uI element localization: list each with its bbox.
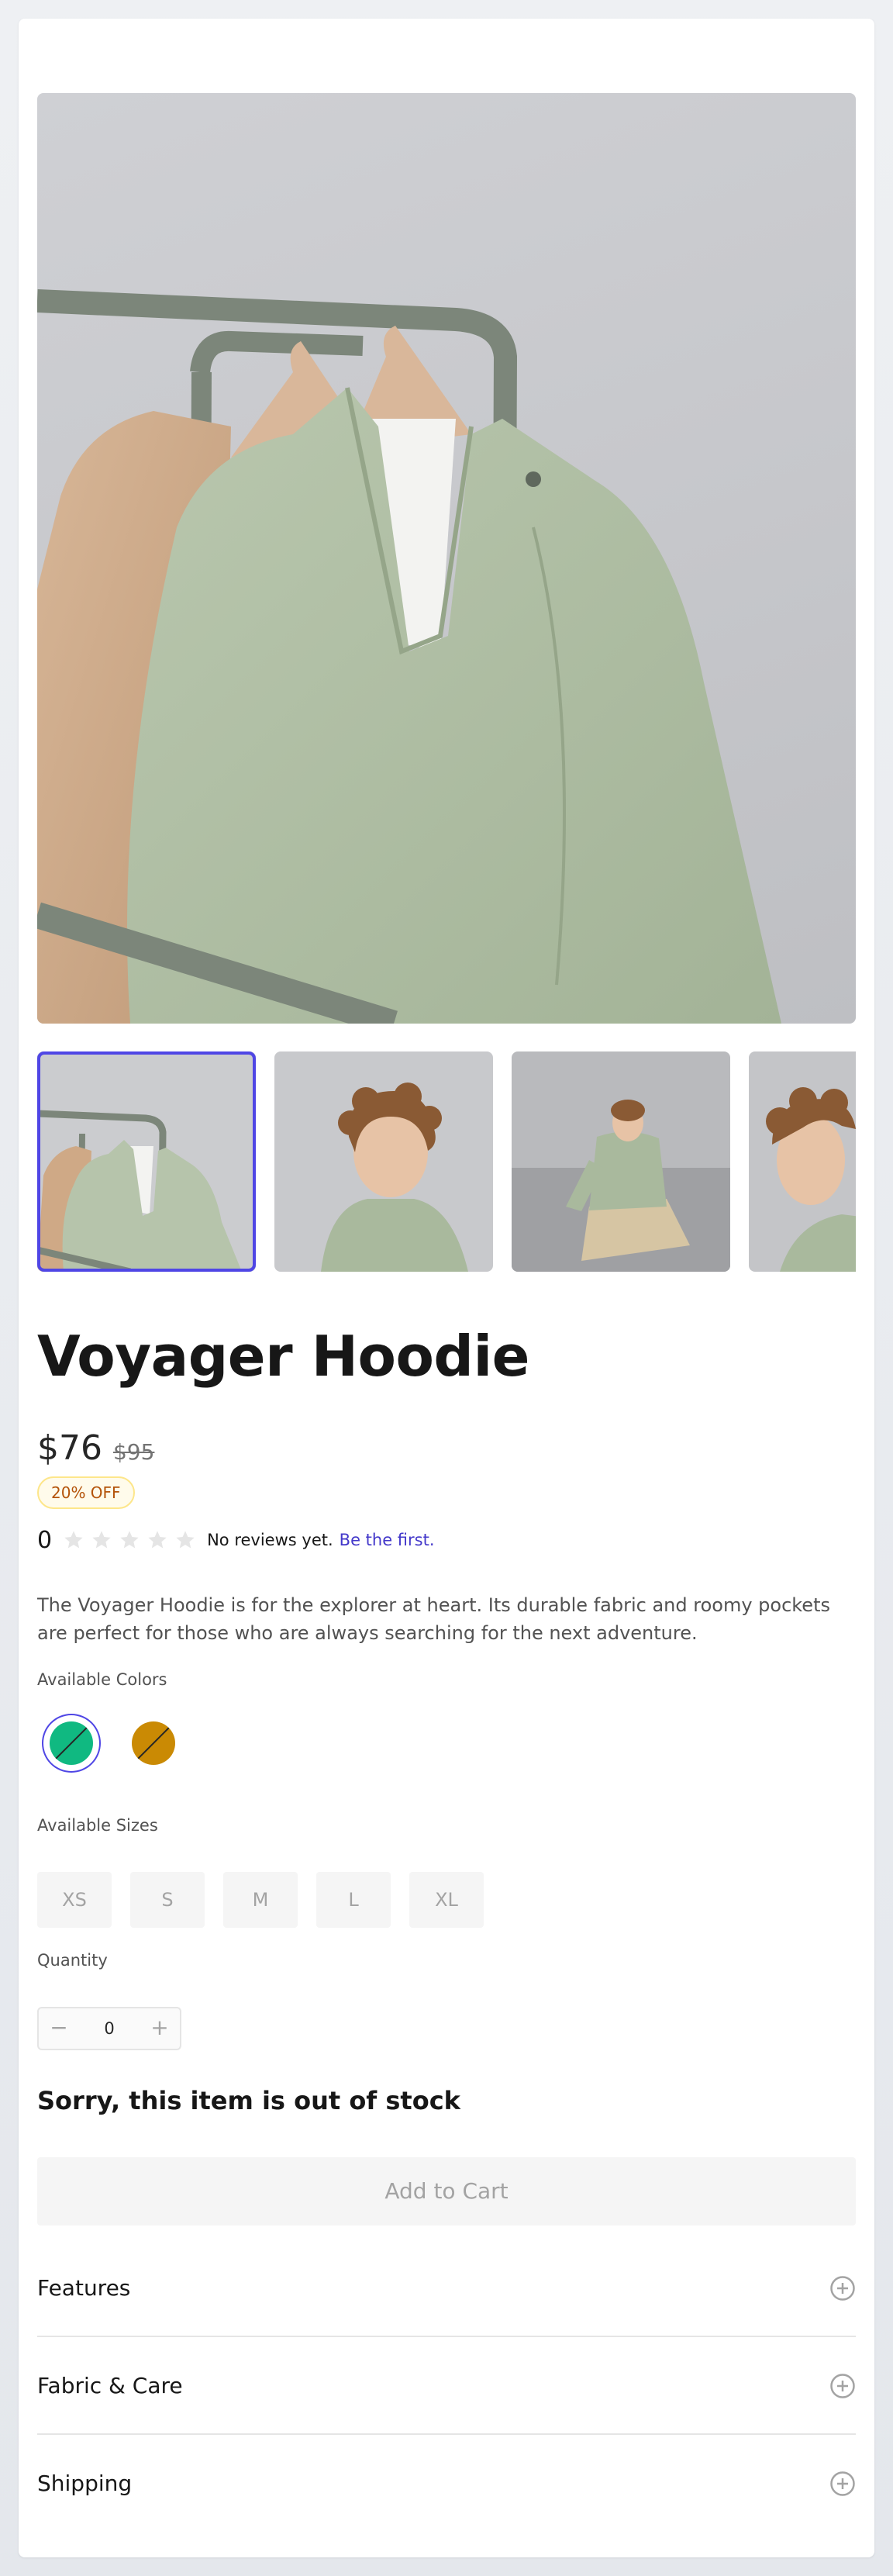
- sale-price: $76: [37, 1428, 102, 1468]
- list-price: $95: [112, 1439, 155, 1465]
- product-title: Voyager Hoodie: [37, 1324, 529, 1389]
- rating-row: 0 No reviews yet. Be the first.: [37, 1525, 435, 1556]
- star-icon: [92, 1531, 111, 1549]
- rating-value: 0: [37, 1526, 53, 1554]
- size-option-s[interactable]: S: [130, 1872, 205, 1928]
- thumbnail-hoodie-rack[interactable]: [37, 1051, 256, 1272]
- out-of-stock-message: Sorry, this item is out of stock: [37, 2086, 460, 2115]
- write-review-link[interactable]: Be the first.: [340, 1531, 435, 1549]
- product-description: The Voyager Hoodie is for the explorer a…: [37, 1594, 830, 1644]
- sizes-label: Available Sizes: [37, 1816, 158, 1835]
- accordion-shipping[interactable]: Shipping: [37, 2435, 856, 2533]
- thumbnail-model-seated[interactable]: [512, 1051, 730, 1272]
- add-to-cart-button[interactable]: Add to Cart: [37, 2157, 856, 2226]
- product-card: Voyager Hoodie $76 $95 20% OFF 0 No revi…: [19, 19, 874, 2557]
- quantity-stepper: − 0 +: [37, 2007, 181, 2050]
- thumbnail-model-portrait[interactable]: [274, 1051, 493, 1272]
- plus-circle-icon: [830, 2471, 855, 2496]
- quantity-value[interactable]: 0: [79, 2008, 140, 2049]
- quantity-label: Quantity: [37, 1951, 108, 1970]
- review-count-text: No reviews yet.: [207, 1531, 333, 1549]
- accordion-features[interactable]: Features: [37, 2239, 856, 2337]
- accordion-fabric-care[interactable]: Fabric & Care: [37, 2337, 856, 2435]
- colors-label: Available Colors: [37, 1670, 167, 1689]
- plus-circle-icon: [830, 2374, 855, 2398]
- accordion-label: Features: [37, 2275, 131, 2301]
- star-icon: [176, 1531, 195, 1549]
- size-option-m[interactable]: M: [223, 1872, 298, 1928]
- plus-circle-icon: [830, 2276, 855, 2301]
- star-icon: [148, 1531, 167, 1549]
- accordion-label: Fabric & Care: [37, 2373, 183, 2398]
- price-row: $76 $95: [37, 1428, 154, 1472]
- thumbnail-model-profile[interactable]: [749, 1051, 856, 1272]
- star-rating: [63, 1529, 196, 1551]
- discount-badge: 20% OFF: [37, 1476, 135, 1509]
- color-swatch-green[interactable]: [42, 1714, 101, 1773]
- increment-button[interactable]: +: [140, 2008, 180, 2049]
- size-option-xs[interactable]: XS: [37, 1872, 112, 1928]
- size-option-l[interactable]: L: [316, 1872, 391, 1928]
- star-icon: [64, 1531, 83, 1549]
- accordion-label: Shipping: [37, 2471, 133, 2496]
- thumbnail-strip: [37, 1051, 856, 1272]
- color-swatch-fill: [132, 1721, 175, 1765]
- star-icon: [120, 1531, 139, 1549]
- color-swatch-amber[interactable]: [124, 1714, 183, 1773]
- decrement-button[interactable]: −: [39, 2008, 79, 2049]
- size-option-xl[interactable]: XL: [409, 1872, 484, 1928]
- main-product-image: [37, 93, 856, 1024]
- color-swatch-fill: [50, 1721, 93, 1765]
